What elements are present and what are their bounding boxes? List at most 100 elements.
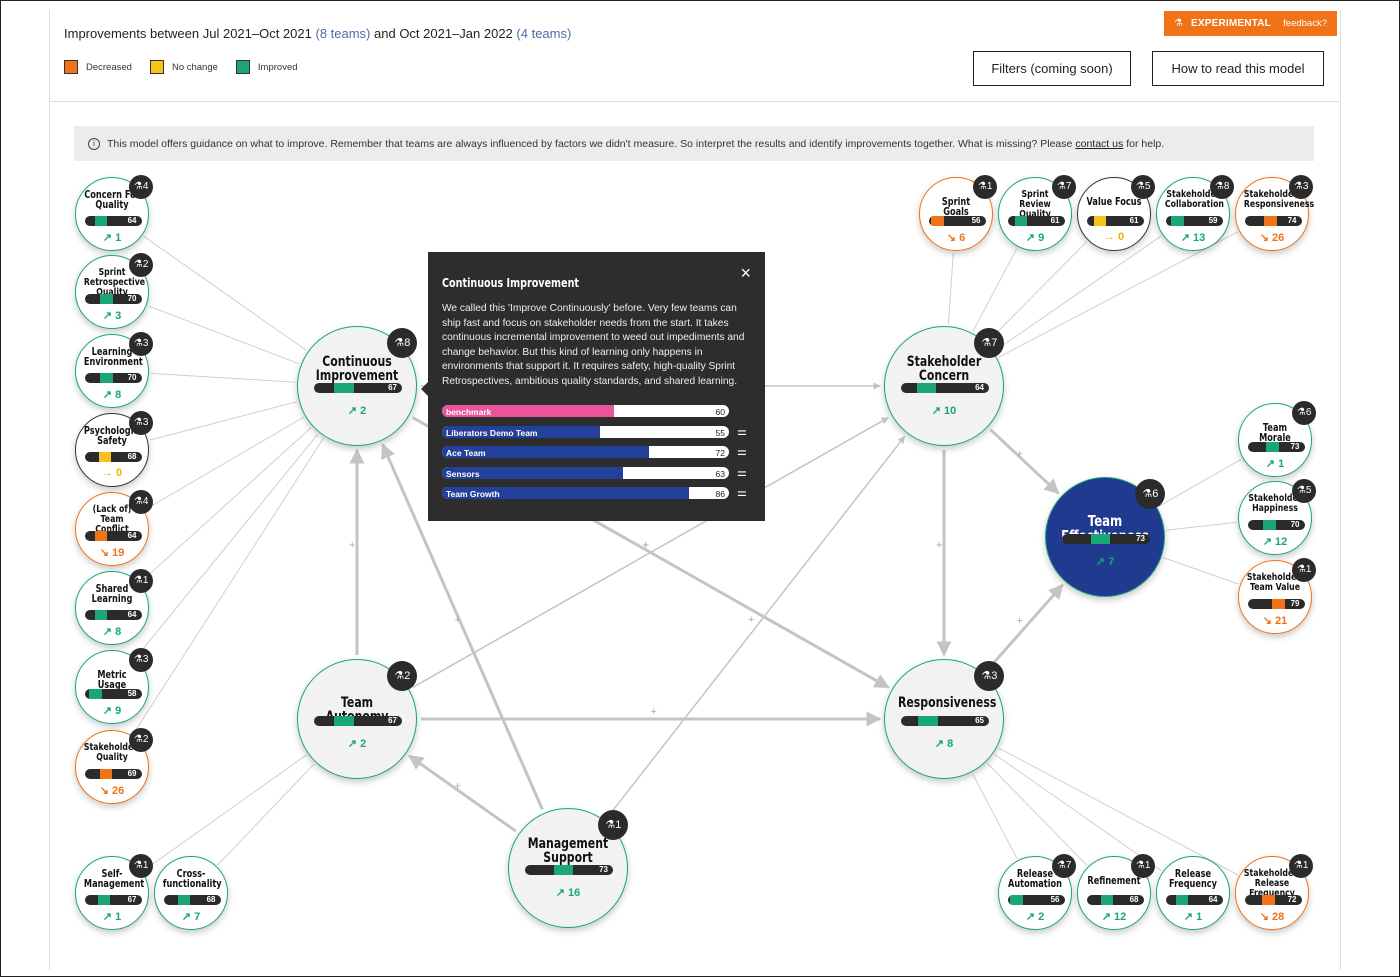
node-sprint-review-quality[interactable]: Sprint Review Quality 61 ↗ 9 ⚗7 <box>998 174 1077 251</box>
node-release-automation[interactable]: Release Automation 56 ↗ 2 ⚗7 <box>998 853 1077 930</box>
edge-value-focus-to-stakeholder-concern <box>987 241 1087 343</box>
node-sprint-retrospective-quality[interactable]: Sprint Retrospective Quality 70 ↗ 3 ⚗2 <box>75 252 154 329</box>
node-label: Continuous Improvement <box>315 353 399 384</box>
experiments-badge-flask-icon[interactable]: ⚗1 <box>129 568 154 593</box>
edge-management-support-to-team-autonomy <box>408 754 517 833</box>
node-self-management[interactable]: Self-Management 67 ↗ 1 ⚗1 <box>75 853 154 930</box>
adjust-icon[interactable]: ⚌ <box>737 425 747 438</box>
experiments-badge-flask-icon[interactable]: ⚗7 <box>1052 174 1077 199</box>
close-icon[interactable]: × <box>740 264 751 282</box>
score-value: 73 <box>596 866 611 875</box>
delta-value: ↗ 2 <box>347 737 367 750</box>
score-value: 67 <box>124 896 140 905</box>
score-row-value: 86 <box>715 489 725 499</box>
score-row-liberators-demo-team: Liberators Demo Team 55 ⚌ <box>442 425 762 446</box>
edge-sign: + <box>349 540 355 552</box>
edge-sign: + <box>1017 615 1023 627</box>
node-label: Release Frequency <box>1169 867 1217 891</box>
score-value: 64 <box>124 532 140 541</box>
node-shared-learning[interactable]: Shared Learning 64 ↗ 8 ⚗1 <box>75 568 154 645</box>
score-bar: 73 <box>1247 442 1305 453</box>
score-bar: 64 <box>84 610 142 621</box>
change-segment <box>94 531 108 542</box>
experiments-badge-flask-icon[interactable]: ⚗3 <box>1289 174 1314 199</box>
experiments-badge-flask-icon[interactable]: ⚗4 <box>129 174 154 199</box>
experiments-badge-flask-icon[interactable]: ⚗6 <box>1292 400 1317 425</box>
experiments-badge-flask-icon[interactable]: ⚗7 <box>1052 853 1077 878</box>
edge-sign: + <box>1017 449 1023 461</box>
score-bar: 67 <box>84 895 142 906</box>
experiments-badge-flask-icon[interactable]: ⚗7 <box>974 327 1005 358</box>
experiments-badge-flask-icon[interactable]: ⚗1 <box>973 174 998 199</box>
node-stakeholders-responsiveness[interactable]: Stakeholders: Responsiveness 74 ↘ 26 ⚗3 <box>1235 174 1314 251</box>
change-segment <box>931 216 944 227</box>
change-segment <box>100 373 113 384</box>
experiments-badge-flask-icon[interactable]: ⚗3 <box>129 647 154 672</box>
node-stakeholder-collaboration[interactable]: Stakeholder Collaboration 59 ↗ 13 ⚗8 <box>1156 174 1235 251</box>
adjust-icon[interactable]: ⚌ <box>737 486 747 499</box>
node-learning-environment[interactable]: Learning Environment 70 ↗ 8 ⚗3 <box>75 331 154 408</box>
node-stakeholders-quality[interactable]: Stakeholders: Quality 69 ↘ 26 ⚗2 <box>75 727 154 804</box>
delta-value: ↘ 6 <box>946 232 966 245</box>
experiments-badge-flask-icon[interactable]: ⚗6 <box>1135 478 1166 509</box>
experiments-badge-flask-icon[interactable]: ⚗3 <box>129 331 154 356</box>
experiments-badge-flask-icon[interactable]: ⚗4 <box>129 489 154 514</box>
node-value-focus[interactable]: Value Focus 61 → 0 ⚗5 <box>1077 174 1156 251</box>
score-bar: 68 <box>163 895 221 906</box>
experiments-badge-flask-icon[interactable]: ⚗1 <box>1289 853 1314 878</box>
edge-concern-for-quality-to-continuous-improvement <box>143 235 307 351</box>
delta-value: ↗ 7 <box>1095 555 1115 568</box>
node-label: Refinement <box>1087 874 1141 887</box>
experiments-badge-flask-icon[interactable]: ⚗3 <box>129 410 154 435</box>
node-sprint-goals[interactable]: Sprint Goals 56 ↘ 6 ⚗1 <box>919 174 998 251</box>
experiments-badge-flask-icon[interactable]: ⚗2 <box>387 660 418 691</box>
experiments-badge-flask-icon[interactable]: ⚗1 <box>129 853 154 878</box>
node-team-morale[interactable]: Team Morale 73 ↗ 1 ⚗6 <box>1238 400 1317 477</box>
score-value: 58 <box>124 690 140 699</box>
delta-value: ↗ 10 <box>931 404 957 417</box>
node-stakeholders-release-frequency[interactable]: Stakeholders: Release Frequency 72 ↘ 28 ⚗1 <box>1235 853 1314 930</box>
change-segment <box>1100 895 1114 906</box>
edge-sign: + <box>643 540 649 552</box>
experiments-badge-flask-icon[interactable]: ⚗8 <box>387 327 418 358</box>
node-psychological-safety[interactable]: Psychological Safety 68 → 0 ⚗3 <box>75 410 154 487</box>
change-segment <box>99 769 113 780</box>
node-management-support[interactable]: Management Support 73 ↗ 16 ⚗1 <box>508 808 629 928</box>
delta-value: ↗ 2 <box>347 404 367 417</box>
experiments-badge-flask-icon[interactable]: ⚗8 <box>1210 174 1235 199</box>
experiments-badge-flask-icon[interactable]: ⚗1 <box>598 809 629 840</box>
score-value: 74 <box>1284 217 1300 226</box>
experiments-badge-flask-icon[interactable]: ⚗2 <box>129 727 154 752</box>
score-bar: 58 <box>84 689 142 700</box>
node-concern-for-quality[interactable]: Concern For Quality 64 ↗ 1 ⚗4 <box>75 174 154 251</box>
delta-value: ↗ 7 <box>181 911 201 924</box>
adjust-icon[interactable]: ⚌ <box>737 466 747 479</box>
node-metric-usage[interactable]: Metric Usage 58 ↗ 9 ⚗3 <box>75 647 154 724</box>
score-row-label: Team Growth <box>446 489 500 499</box>
adjust-icon[interactable]: ⚌ <box>737 445 747 458</box>
experiments-badge-flask-icon[interactable]: ⚗5 <box>1131 174 1156 199</box>
change-segment <box>1171 216 1184 227</box>
experiments-badge-flask-icon[interactable]: ⚗3 <box>974 660 1005 691</box>
experiments-badge-flask-icon[interactable]: ⚗1 <box>1292 557 1317 582</box>
node-team-autonomy[interactable]: Team Autonomy67↗ 2⚗2 <box>297 659 418 779</box>
node-cross-functionality[interactable]: Cross-functionality 68 ↗ 7 <box>154 856 228 930</box>
node-stakeholder-happiness[interactable]: Stakeholder Happiness 70 ↗ 12 ⚗5 <box>1238 478 1317 555</box>
score-bar: 68 <box>1086 895 1144 906</box>
node-stakeholders-team-value[interactable]: Stakeholders: Team Value 79 ↘ 21 ⚗1 <box>1238 557 1317 634</box>
node-refinement[interactable]: Refinement 68 ↗ 12 ⚗1 <box>1077 853 1156 930</box>
node-stakeholder-concern[interactable]: Stakeholder Concern 64 ↗ 10 ⚗7 <box>884 326 1005 446</box>
score-row-benchmark: benchmark 60 <box>442 404 762 425</box>
score-row-label: Liberators Demo Team <box>446 427 538 438</box>
node-responsiveness[interactable]: Responsiveness 65 ↗ 8 ⚗3 <box>884 659 1005 779</box>
delta-value: ↗ 9 <box>102 705 122 718</box>
delta-value: ↗ 1 <box>1183 911 1203 924</box>
experiments-badge-flask-icon[interactable]: ⚗2 <box>129 252 154 277</box>
node-continuous-improvement[interactable]: Continuous Improvement 67 ↗ 2 ⚗8 <box>297 326 418 446</box>
change-segment <box>98 452 112 463</box>
node-team-effectiveness[interactable]: Team Effectiveness73↗ 7⚗6 <box>1045 477 1166 597</box>
experiments-badge-flask-icon[interactable]: ⚗5 <box>1292 478 1317 503</box>
experiments-badge-flask-icon[interactable]: ⚗1 <box>1131 853 1156 878</box>
node-release-frequency[interactable]: Release Frequency 64 ↗ 1 <box>1156 856 1230 930</box>
node-team-conflict[interactable]: (Lack of) Team Conflict 64 ↘ 19 ⚗4 <box>75 489 154 566</box>
